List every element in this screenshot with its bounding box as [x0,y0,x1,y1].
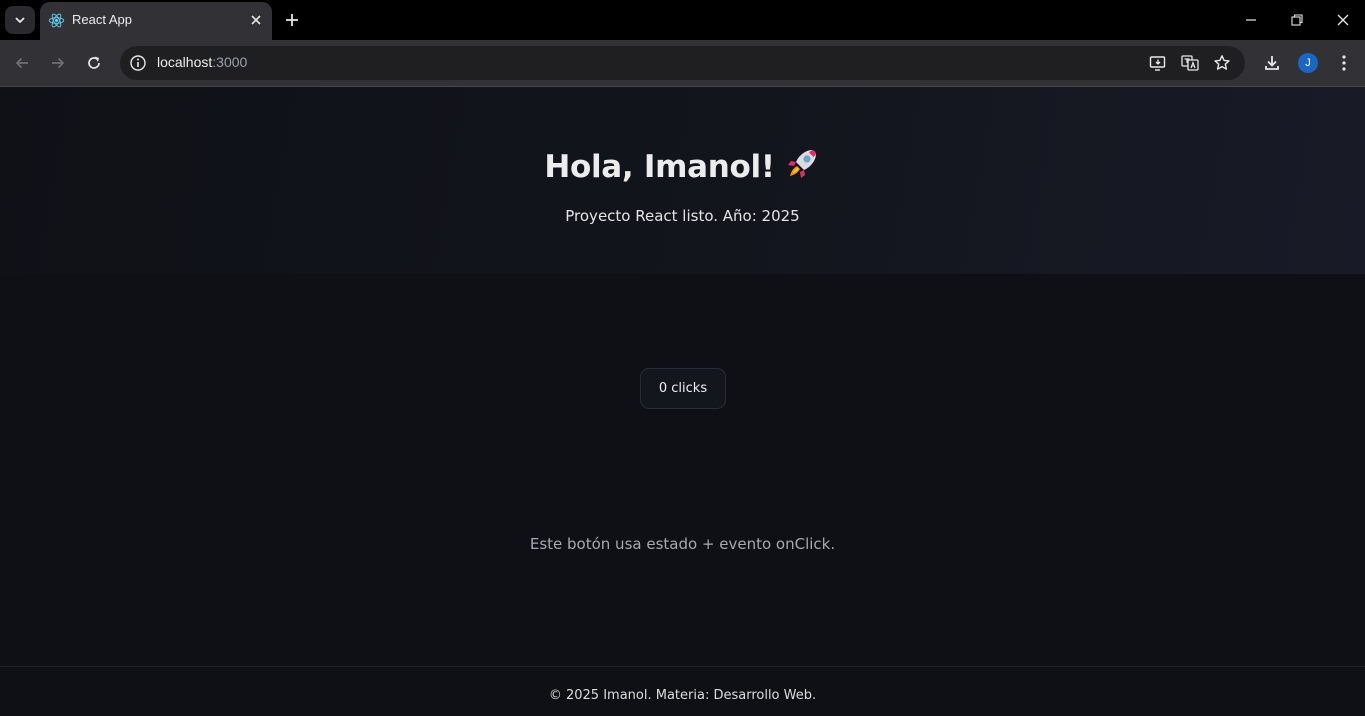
minimize-icon[interactable] [1241,10,1261,30]
site-info-icon[interactable] [128,53,148,73]
new-tab-icon[interactable] [282,10,302,30]
page-title-text: Hola, Imanol! [544,149,775,185]
tab-title: React App [72,12,132,27]
reload-icon [88,56,100,69]
back-button[interactable] [11,52,33,74]
close-window-icon[interactable] [1333,10,1353,30]
page-subtitle: Proyecto React listo. Año: 2025 [565,207,800,225]
footer-text: © 2025 Imanol. Materia: Desarrollo Web. [548,688,817,703]
click-counter-button[interactable]: 0 clicks [640,368,726,409]
tab-strip: React App [0,0,1365,40]
kebab-menu-icon [1342,55,1346,71]
install-app-icon[interactable] [1148,53,1168,73]
arrow-left-icon [15,57,28,69]
restore-icon[interactable] [1287,10,1307,30]
arrow-right-icon [52,57,65,69]
tab-search-button[interactable] [5,6,35,34]
profile-avatar[interactable]: J [1298,53,1318,73]
rocket-icon [787,150,816,178]
main-content: 0 clicks Este botón usa estado + evento … [0,274,1365,666]
browser-menu-button[interactable] [1333,52,1355,74]
url-text[interactable]: localhost:3000 [157,54,247,70]
bookmark-star-icon[interactable] [1212,53,1232,73]
download-icon [1265,56,1279,70]
hint-text: Este botón usa estado + evento onClick. [529,535,836,553]
address-bar[interactable]: localhost:3000 [120,46,1245,80]
chevron-down-icon [15,17,25,24]
translate-icon[interactable] [1180,53,1200,73]
downloads-button[interactable] [1261,52,1283,74]
page-footer: © 2025 Imanol. Materia: Desarrollo Web. [0,666,1365,716]
reload-button[interactable] [83,52,105,74]
page-title: Hola, Imanol! [0,145,1365,185]
forward-button[interactable] [47,52,69,74]
react-logo-icon [48,13,65,28]
browser-toolbar: localhost:3000 J [0,40,1365,87]
url-port: :3000 [212,54,248,70]
url-host: localhost [157,54,213,70]
close-tab-icon[interactable] [248,12,264,28]
page-header: Hola, Imanol! Proyecto React listo. Año:… [0,87,1365,274]
tab-react-app[interactable]: React App [40,2,272,40]
